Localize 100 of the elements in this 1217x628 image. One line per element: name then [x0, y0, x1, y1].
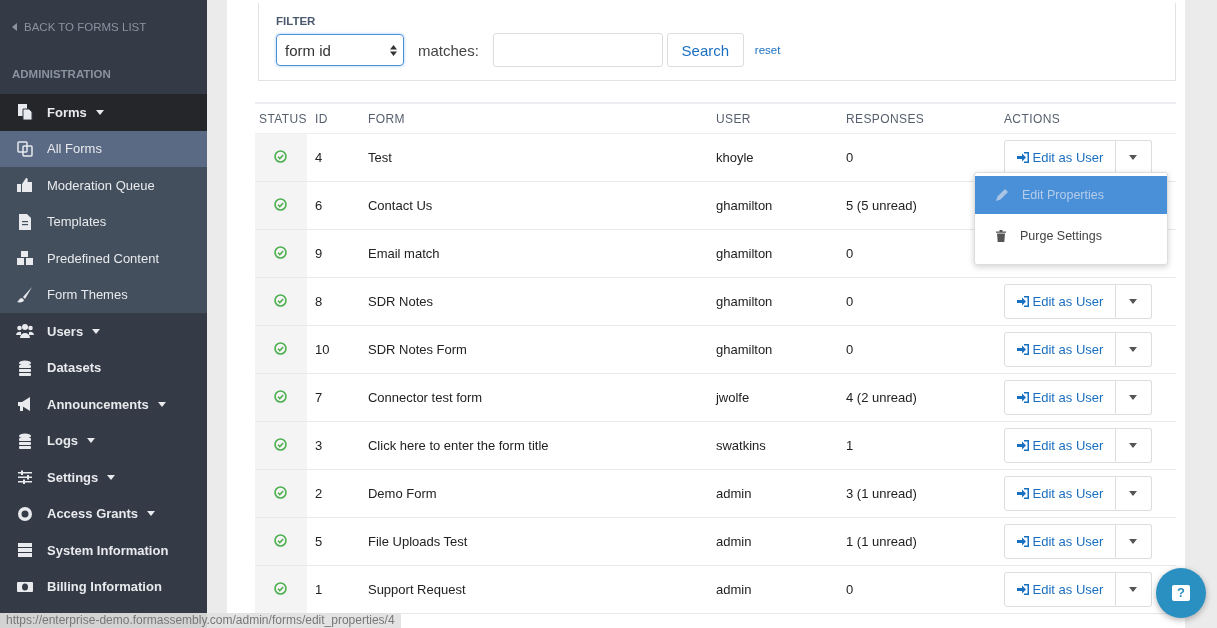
table-cell: 0: [837, 325, 996, 374]
sidebar-item[interactable]: Logs: [0, 422, 207, 459]
sign-in-icon: [1016, 152, 1029, 163]
table-cell: File Uploads Test: [359, 517, 708, 566]
caret-down-icon: [1129, 539, 1138, 544]
caret-down-icon: [1129, 491, 1138, 496]
column-header: STATUS: [255, 103, 307, 134]
dropdown-toggle[interactable]: [1115, 380, 1152, 415]
dropdown-toggle[interactable]: [1115, 284, 1152, 319]
table-cell: Contact Us: [359, 181, 708, 230]
copy-icon: [16, 140, 34, 157]
sign-in-icon: [1016, 488, 1029, 499]
sidebar-item[interactable]: Announcements: [0, 386, 207, 423]
sidebar-item[interactable]: Forms: [0, 94, 207, 131]
table-cell: Demo Form: [359, 469, 708, 518]
dropdown-toggle[interactable]: [1115, 572, 1152, 607]
trash-icon: [996, 230, 1006, 242]
table-cell: 1: [837, 421, 996, 470]
filter-heading: FILTER: [276, 15, 317, 27]
back-link[interactable]: BACK TO FORMS LIST: [0, 0, 207, 34]
lifebuoy-icon: [16, 505, 34, 522]
dropdown-toggle[interactable]: [1115, 524, 1152, 559]
edit-as-user-button[interactable]: Edit as User: [1003, 476, 1116, 511]
caret-down-icon: [1129, 443, 1138, 448]
table-cell: 2: [306, 469, 360, 518]
sidebar-item[interactable]: Templates: [0, 203, 207, 240]
thumbs-up-icon: [16, 177, 34, 194]
table-cell: admin: [707, 517, 838, 566]
sidebar-item[interactable]: Moderation Queue: [0, 167, 207, 204]
sidebar-item[interactable]: Settings: [0, 459, 207, 496]
table-cell: ghamilton: [707, 325, 838, 374]
sign-in-icon: [1016, 344, 1029, 355]
edit-as-user-button[interactable]: Edit as User: [1003, 524, 1116, 559]
caret-down-icon: [157, 401, 166, 407]
caret-down-icon: [87, 438, 96, 444]
table-cell: jwolfe: [707, 373, 838, 422]
edit-as-user-button[interactable]: Edit as User: [1003, 572, 1116, 607]
search-field[interactable]: [492, 33, 663, 67]
table-cell: ghamilton: [707, 277, 838, 326]
document-icon: [16, 213, 34, 230]
sidebar-item[interactable]: Billing Information: [0, 568, 207, 605]
table-cell: 6: [306, 181, 360, 230]
sign-in-icon: [1016, 536, 1029, 547]
table-cell: 10: [306, 325, 360, 374]
table-cell: Click here to enter the form title: [359, 421, 708, 470]
reset-link[interactable]: reset: [754, 44, 781, 56]
database-icon: [16, 359, 34, 376]
sidebar-item[interactable]: Datasets: [0, 349, 207, 386]
caret-down-icon: [1129, 347, 1138, 352]
table-cell: khoyle: [707, 133, 838, 182]
sign-in-icon: [1016, 392, 1029, 403]
database-icon: [16, 432, 34, 449]
sidebar-item[interactable]: Users: [0, 313, 207, 350]
table-cell: 9: [306, 229, 360, 278]
table-cell: SDR Notes Form: [359, 325, 708, 374]
sidebar-item[interactable]: Form Themes: [0, 276, 207, 313]
cubes-icon: [16, 250, 34, 267]
table-cell: Email match: [359, 229, 708, 278]
caret-down-icon: [1129, 299, 1138, 304]
column-header: FORM: [359, 103, 708, 134]
sign-in-icon: [1016, 440, 1029, 451]
table-cell: SDR Notes: [359, 277, 708, 326]
column-header: USER: [707, 103, 838, 134]
caret-left-icon: [12, 23, 17, 31]
table-cell: 7: [306, 373, 360, 422]
table-cell: 8: [306, 277, 360, 326]
sidebar-item[interactable]: Predefined Content: [0, 240, 207, 277]
dropdown-toggle[interactable]: [1115, 332, 1152, 367]
matches-label: matches:: [418, 41, 479, 59]
table-cell: ghamilton: [707, 229, 838, 278]
edit-as-user-button[interactable]: Edit as User: [1003, 380, 1116, 415]
column-header: ID: [306, 103, 360, 134]
column-header: ACTIONS: [995, 103, 1176, 134]
table-cell: 3 (1 unread): [837, 469, 996, 518]
pencil-icon: [996, 189, 1008, 201]
caret-down-icon: [147, 511, 156, 517]
table-cell: 4 (2 unread): [837, 373, 996, 422]
edit-as-user-button[interactable]: Edit as User: [1003, 332, 1116, 367]
users-icon: [16, 323, 34, 340]
brush-icon: [16, 286, 34, 303]
table-cell: Connector test form: [359, 373, 708, 422]
status-url: https://enterprise-demo.formassembly.com/admin/forms/edit_properties/4: [0, 613, 401, 628]
filter-select[interactable]: form id: [276, 34, 404, 66]
forms-icon: [16, 104, 34, 121]
edit-as-user-button[interactable]: Edit as User: [1003, 428, 1116, 463]
table-cell: 1 (1 unread): [837, 517, 996, 566]
edit-as-user-button[interactable]: Edit as User: [1003, 284, 1116, 319]
search-button[interactable]: Search: [666, 33, 744, 67]
help-button[interactable]: ?: [1156, 568, 1206, 618]
column-header: RESPONSES: [837, 103, 996, 134]
table-cell: admin: [707, 469, 838, 518]
sidebar-item[interactable]: System Information: [0, 532, 207, 569]
dropdown-toggle[interactable]: [1115, 476, 1152, 511]
server-icon: [16, 542, 34, 559]
caret-down-icon: [1129, 587, 1138, 592]
table-cell: Test: [359, 133, 708, 182]
sidebar-item[interactable]: Access Grants: [0, 495, 207, 532]
section-heading: ADMINISTRATION: [11, 67, 112, 82]
sidebar-item[interactable]: All Forms: [0, 130, 207, 167]
dropdown-toggle[interactable]: [1115, 428, 1152, 463]
